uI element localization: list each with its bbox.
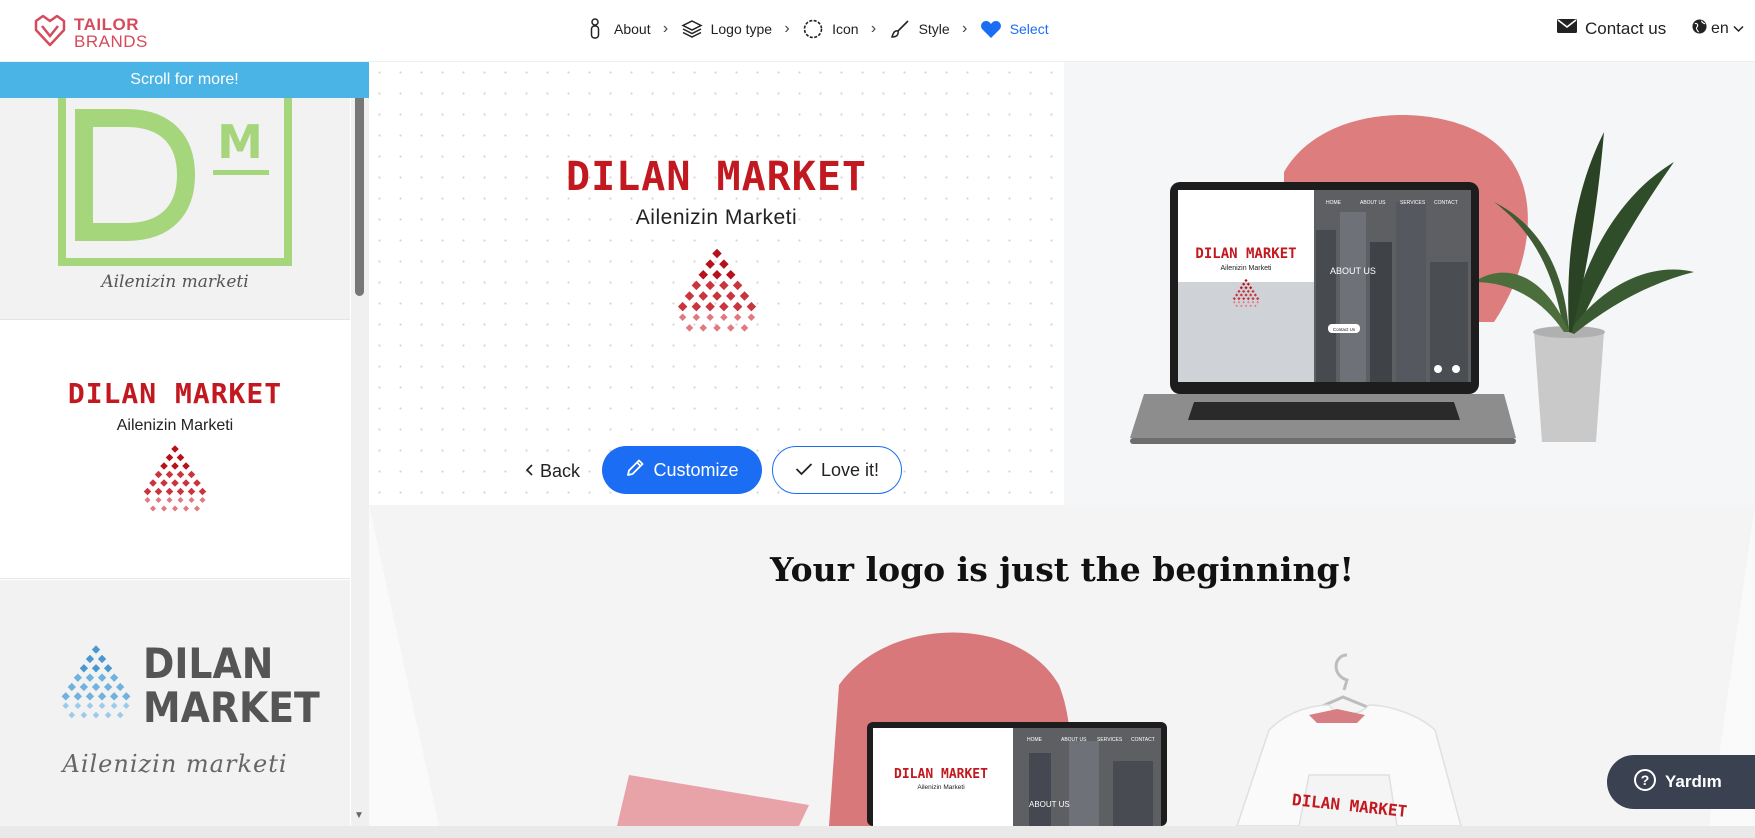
diamond-grid-icon	[143, 445, 207, 512]
preview-logo-title: DILAN MARKET	[566, 154, 867, 200]
step-about-label: About	[614, 21, 651, 37]
svg-text:ABOUT US: ABOUT US	[1029, 800, 1070, 809]
layers-icon	[680, 18, 703, 40]
help-label: Yardım	[1665, 772, 1722, 791]
customize-label: Customize	[653, 459, 739, 480]
brand-logo[interactable]: TAILOR BRANDS	[32, 12, 148, 53]
pencil-icon	[625, 458, 645, 483]
logo-preview: DILAN MARKET Ailenizin Marketi Back Cust…	[369, 62, 1064, 505]
scroll-down-icon[interactable]: ▼	[354, 810, 364, 821]
logo-option-card[interactable]: DILAN MARKET Ailenizin Marketi	[0, 321, 350, 579]
diamond-grid-icon	[677, 248, 757, 332]
back-button[interactable]: Back	[525, 448, 580, 494]
svg-text:DILAN MARKET: DILAN MARKET	[1195, 246, 1296, 262]
svg-text:DILAN MARKET: DILAN MARKET	[894, 767, 988, 782]
question-mark-icon: ?	[1633, 768, 1657, 797]
customize-button[interactable]: Customize	[602, 446, 762, 494]
step-icon-label: Icon	[832, 21, 859, 37]
horizontal-scrollbar[interactable]	[0, 826, 1755, 838]
logo-option-tagline: Ailenizin marketi	[101, 272, 249, 292]
circle-dashed-icon	[802, 18, 824, 40]
svg-text:CONTACT: CONTACT	[1131, 737, 1155, 743]
diamond-grid-icon	[61, 645, 131, 719]
svg-text:?: ?	[1641, 772, 1650, 788]
step-select[interactable]: Select	[980, 18, 1049, 40]
laptop-plant-illustration: HOME ABOUT US SERVICES CONTACT DILAN MAR…	[1130, 114, 1694, 444]
contact-us-label: Contact us	[1585, 18, 1667, 38]
top-header: TAILOR BRANDS About › Logo type › Icon ›	[0, 0, 1755, 62]
step-logo-type[interactable]: Logo type	[680, 18, 773, 40]
step-about[interactable]: About	[584, 18, 651, 40]
svg-text:Ailenizin Marketi: Ailenizin Marketi	[1221, 265, 1272, 272]
chevron-right-icon: ›	[870, 20, 877, 37]
envelope-icon	[1557, 18, 1577, 39]
chevron-right-icon: ›	[662, 20, 669, 37]
svg-text:M: M	[217, 115, 263, 169]
chevron-down-icon	[1733, 20, 1744, 38]
back-label: Back	[540, 460, 581, 481]
svg-text:HOME: HOME	[1326, 200, 1342, 206]
sidebar-scroll-thumb[interactable]	[355, 84, 364, 296]
section-heading: Your logo is just the beginning!	[769, 550, 1354, 589]
step-style[interactable]: Style	[889, 18, 950, 40]
svg-text:SERVICES: SERVICES	[1097, 737, 1123, 743]
brand-name-line1: TAILOR	[74, 14, 140, 34]
checkmark-icon	[795, 460, 813, 481]
step-select-label: Select	[1009, 21, 1049, 37]
svg-text:Ailenizin Marketi: Ailenizin Marketi	[917, 784, 964, 791]
step-icon[interactable]: Icon	[802, 18, 859, 40]
love-it-button[interactable]: Love it!	[772, 446, 902, 494]
help-chat-button[interactable]: ? Yardım	[1607, 755, 1755, 809]
logo-option-card[interactable]: M Ailenizin marketi	[0, 62, 350, 320]
logo-option-tagline: Ailenizin Marketi	[116, 417, 234, 434]
svg-text:ABOUT US: ABOUT US	[1330, 266, 1376, 276]
preview-logo-tagline: Ailenizin Marketi	[635, 206, 798, 229]
scroll-hint-banner: Scroll for more!	[0, 62, 369, 98]
contact-us-link[interactable]: Contact us	[1557, 18, 1666, 39]
step-nav: About › Logo type › Icon › Style › Selec…	[584, 18, 1049, 40]
language-label: en	[1711, 20, 1729, 37]
chevron-left-icon	[525, 461, 534, 482]
svg-text:Contact Us: Contact Us	[1333, 327, 1356, 332]
logo-option-title-line2: MARKET	[143, 683, 320, 732]
tailor-brands-logo-icon	[32, 12, 68, 53]
chevron-right-icon: ›	[784, 20, 790, 37]
svg-text:ABOUT US: ABOUT US	[1360, 200, 1386, 206]
svg-text:DILAN MARKET: DILAN MARKET	[1291, 790, 1408, 821]
logo-options-sidebar: Scroll for more! M Ailenizin marketi DIL…	[0, 62, 369, 826]
diamond-grid-icon	[1232, 278, 1260, 308]
website-mockup-image: HOME ABOUT US SERVICES CONTACT DILAN MAR…	[1064, 62, 1755, 505]
person-icon	[584, 18, 606, 40]
brush-icon	[889, 18, 911, 40]
language-selector[interactable]: en	[1692, 19, 1744, 39]
brand-name-line2: BRANDS	[74, 31, 148, 51]
logo-option-tagline: Ailenizin marketi	[62, 750, 288, 778]
step-logo-type-label: Logo type	[710, 21, 773, 37]
heart-icon	[980, 18, 1002, 40]
svg-text:SERVICES: SERVICES	[1400, 200, 1426, 206]
step-style-label: Style	[918, 21, 950, 37]
merch-showcase-section: HOME ABOUT US SERVICES CONTACT DILAN MAR…	[369, 505, 1755, 826]
logo-option-title: DILAN MARKET	[67, 377, 283, 410]
svg-text:HOME: HOME	[1027, 737, 1043, 743]
love-it-label: Love it!	[820, 459, 880, 480]
chevron-right-icon: ›	[962, 20, 968, 37]
globe-icon	[1692, 19, 1707, 39]
svg-text:CONTACT: CONTACT	[1434, 200, 1458, 206]
svg-text:ABOUT US: ABOUT US	[1061, 737, 1087, 743]
logo-option-card[interactable]: DILAN MARKET Ailenizin marketi	[0, 580, 350, 826]
logo-option-title-line1: DILAN	[143, 639, 274, 688]
